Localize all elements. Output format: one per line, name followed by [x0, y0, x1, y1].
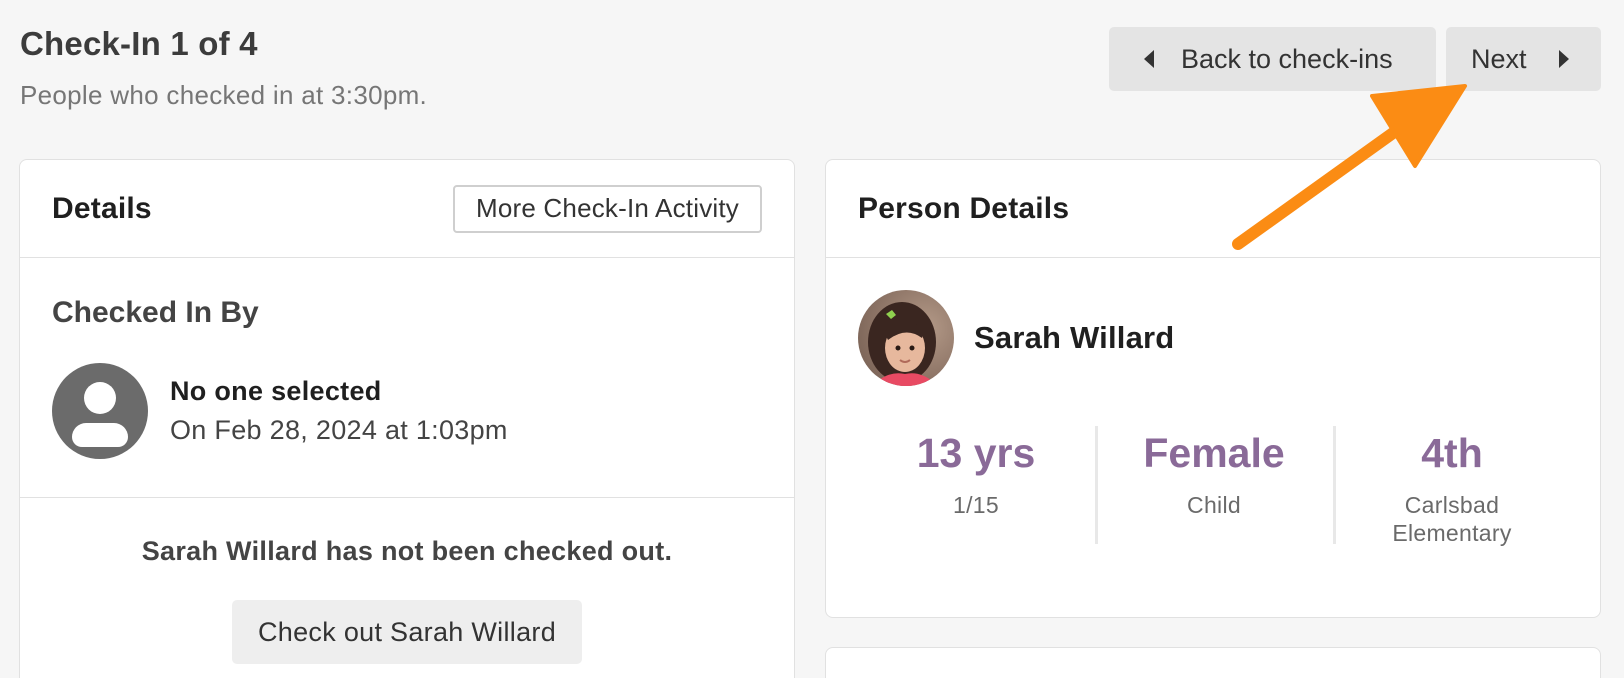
page-subtitle: People who checked in at 3:30pm. [20, 80, 428, 110]
checked-in-by-title: Checked In By [52, 296, 259, 329]
details-card: Details More Check-In Activity Checked I… [19, 159, 795, 678]
stat-value: Female [1143, 430, 1285, 476]
stat-sub: Child [1187, 492, 1241, 518]
back-button-label: Back to check-ins [1181, 43, 1393, 74]
stat-grade: 4th Carlsbad Elementary [1333, 426, 1571, 546]
page-title: Check-In 1 of 4 [20, 25, 258, 62]
checker-name: No one selected [170, 376, 382, 406]
person-row: Sarah Willard [826, 258, 1600, 386]
person-card-header: Person Details [826, 160, 1600, 258]
check-in-page: Check-In 1 of 4 People who checked in at… [0, 0, 1624, 678]
avatar[interactable] [858, 290, 954, 386]
stat-sub: Carlsbad Elementary [1392, 492, 1512, 546]
triangle-left-icon [1144, 50, 1154, 68]
person-stats: 13 yrs 1/15 Female Child 4th Carlsbad El… [826, 426, 1602, 546]
person-details-card: Person Details Sarah Willard 13 yrs 1/15… [825, 159, 1601, 618]
stat-gender: Female Child [1095, 426, 1333, 544]
stat-value: 4th [1421, 430, 1483, 476]
checked-in-by-section: Checked In By No one selected On Feb 28,… [20, 258, 794, 498]
next-button[interactable]: Next [1446, 27, 1601, 91]
next-button-label: Next [1471, 43, 1527, 74]
stat-age: 13 yrs 1/15 [857, 426, 1095, 542]
additional-card [825, 647, 1601, 678]
details-card-header: Details More Check-In Activity [20, 160, 794, 258]
check-out-button[interactable]: Check out Sarah Willard [231, 600, 583, 664]
more-check-in-activity-button[interactable]: More Check-In Activity [452, 184, 762, 233]
back-to-check-ins-button[interactable]: Back to check-ins [1109, 27, 1436, 91]
checker-row: No one selected On Feb 28, 2024 at 1:03p… [52, 363, 762, 459]
checkout-section: Sarah Willard has not been checked out. … [20, 498, 794, 664]
checkout-status-message: Sarah Willard has not been checked out. [141, 536, 673, 566]
person-name: Sarah Willard [974, 320, 1175, 355]
person-details-title: Person Details [858, 191, 1070, 225]
checker-date: On Feb 28, 2024 at 1:03pm [170, 415, 508, 445]
user-avatar-icon [52, 363, 148, 459]
stat-sub: 1/15 [953, 492, 999, 518]
stat-value: 13 yrs [916, 430, 1036, 476]
triangle-right-icon [1558, 50, 1569, 68]
checker-info: No one selected On Feb 28, 2024 at 1:03p… [170, 376, 508, 446]
details-title: Details [52, 191, 152, 225]
